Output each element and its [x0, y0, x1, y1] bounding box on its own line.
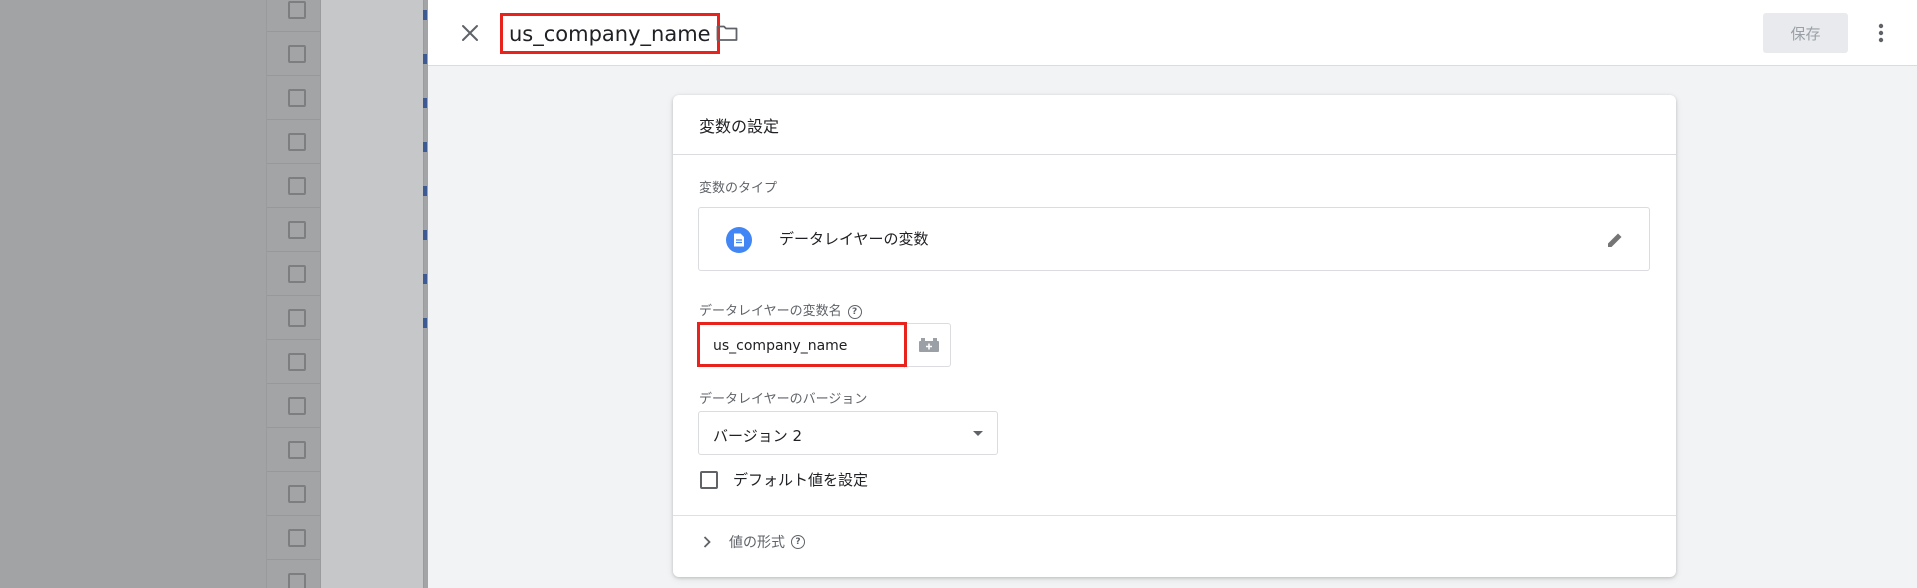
background-text-fragment — [423, 230, 427, 240]
background-checkbox — [288, 573, 306, 588]
background-text-fragment — [423, 54, 427, 64]
value-format-label: 値の形式 — [729, 535, 785, 551]
background-checkbox — [288, 265, 306, 283]
more-options-button[interactable] — [1865, 17, 1897, 49]
background-checkbox — [288, 177, 306, 195]
background-row — [267, 0, 321, 32]
background-checkbox — [288, 353, 306, 371]
background-row — [267, 164, 321, 208]
background-row — [267, 296, 321, 340]
save-button[interactable]: 保存 — [1763, 13, 1848, 53]
variable-name-field-label-text: データレイヤーの変数名 — [699, 304, 842, 319]
value-format-expander[interactable]: 値の形式 ? — [703, 532, 805, 552]
background-text-fragment — [423, 10, 427, 20]
more-vert-icon — [1878, 23, 1884, 43]
chevron-right-icon — [703, 536, 711, 548]
background-text-fragment — [423, 186, 427, 196]
background-text-fragment — [423, 318, 427, 328]
variable-name-field-label: データレイヤーの変数名? — [699, 300, 862, 319]
default-value-checkbox[interactable] — [700, 470, 718, 489]
background-row — [267, 516, 321, 560]
datalayer-version-value: バージョン 2 — [713, 427, 803, 445]
close-button[interactable] — [454, 17, 486, 49]
variable-name-title[interactable]: us_company_name — [509, 22, 711, 46]
background-row — [267, 208, 321, 252]
editor-topbar: us_company_name 保存 — [428, 0, 1917, 66]
default-value-checkbox-label: デフォルト値を設定 — [733, 471, 869, 489]
background-row — [267, 32, 321, 76]
help-icon[interactable]: ? — [791, 535, 805, 549]
background-row — [267, 560, 321, 588]
background-row — [267, 340, 321, 384]
background-checkbox — [288, 309, 306, 327]
background-checkbox — [288, 485, 306, 503]
datalayer-version-label: データレイヤーのバージョン — [699, 392, 868, 407]
background-checkbox — [288, 221, 306, 239]
pencil-icon — [1608, 233, 1622, 247]
section-divider — [673, 515, 1676, 516]
background-checkbox — [288, 441, 306, 459]
background-row — [267, 428, 321, 472]
background-checkbox-column — [266, 0, 321, 588]
background-row — [267, 472, 321, 516]
background-checkbox — [288, 133, 306, 151]
variable-name-field — [698, 323, 951, 368]
variable-name-input[interactable] — [699, 324, 905, 368]
background-checkbox — [288, 45, 306, 63]
background-checkbox — [288, 89, 306, 107]
background-checkbox — [288, 1, 306, 19]
variable-type-selector[interactable]: データレイヤーの変数 — [698, 207, 1650, 271]
variable-configuration-card: 変数の設定 変数のタイプ データレイヤーの変数 データレイヤーの変数名? us_… — [673, 95, 1676, 577]
folder-button[interactable] — [713, 19, 741, 47]
help-icon[interactable]: ? — [847, 304, 862, 319]
folder-icon — [716, 25, 738, 41]
background-text-fragment — [423, 98, 427, 108]
chevron-down-icon — [973, 431, 983, 436]
background-checkbox — [288, 529, 306, 547]
variable-picker-icon — [918, 338, 939, 352]
document-icon — [726, 227, 752, 253]
variable-picker-button[interactable] — [906, 324, 951, 366]
background-text-fragment — [423, 142, 427, 152]
background-row — [267, 76, 321, 120]
edit-type-button[interactable] — [1601, 226, 1629, 254]
variable-type-label: 変数のタイプ — [699, 181, 778, 196]
datalayer-version-select[interactable]: バージョン 2 — [698, 411, 998, 455]
close-icon — [462, 25, 478, 41]
background-checkbox — [288, 397, 306, 415]
background-text-fragment — [423, 274, 427, 284]
card-title: 変数の設定 — [673, 95, 1676, 155]
variable-type-name: データレイヤーの変数 — [779, 230, 929, 248]
variable-name-title-highlight[interactable]: us_company_name — [500, 13, 720, 54]
background-row — [267, 252, 321, 296]
background-row — [267, 384, 321, 428]
background-name-column — [320, 0, 424, 588]
background-overlay — [0, 0, 266, 588]
background-row — [267, 120, 321, 164]
variable-editor-panel: us_company_name 保存 変数の設定 変数のタイプ データレイヤーの… — [428, 0, 1917, 588]
default-value-checkbox-row[interactable]: デフォルト値を設定 — [700, 469, 868, 490]
